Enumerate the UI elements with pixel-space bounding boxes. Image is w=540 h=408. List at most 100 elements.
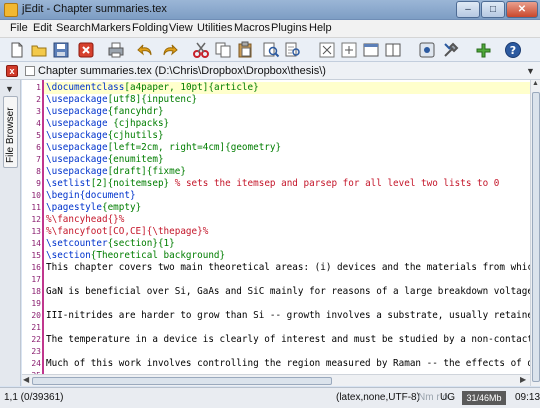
close-file-icon[interactable] [77,41,95,59]
code-token: [2] [90,178,108,189]
toolbar: ? [0,38,540,62]
code-line: \usepackage {cjhpacks} [46,118,169,130]
global-options-icon[interactable] [442,41,460,59]
buffer-status-box [25,66,35,76]
file-browser-tab[interactable]: File Browser [3,96,18,168]
line-number[interactable]: 7 [22,154,41,166]
gutter[interactable]: 1234567891011121314151617181920212223242… [22,80,43,386]
maximize-button[interactable]: □ [481,1,505,18]
help-icon[interactable]: ? [504,41,522,59]
code-token: \usepackage [46,106,108,117]
line-number[interactable]: 23 [22,346,41,358]
line-number[interactable]: 14 [22,238,41,250]
code-token: \section [46,250,91,261]
line-number[interactable]: 18 [22,286,41,298]
scroll-right-icon[interactable]: ▶ [520,375,526,384]
vertical-scroll-thumb[interactable] [532,92,540,382]
line-number[interactable]: 3 [22,106,41,118]
code-line: \pagestyle{empty} [46,202,141,214]
code-line: \usepackage{enumitem} [46,154,164,166]
find-icon[interactable] [262,41,280,59]
dock-collapse-icon[interactable]: ▼ [5,84,14,94]
jedit-app-icon[interactable] [4,3,18,17]
find-next-icon[interactable] [284,41,302,59]
menu-macros[interactable]: Macros [234,22,270,34]
code-token: {fixme} [146,166,186,177]
line-number[interactable]: 16 [22,262,41,274]
window-title: jEdit - Chapter summaries.tex [22,3,167,15]
vertical-scrollbar[interactable]: ▲ [530,80,540,386]
line-number[interactable]: 21 [22,322,41,334]
line-number[interactable]: 12 [22,214,41,226]
menu-utilities[interactable]: Utilities [197,22,232,34]
code-token: {section} [107,238,158,249]
window-split-icon[interactable] [384,41,402,59]
menu-edit[interactable]: Edit [33,22,52,34]
caret-position[interactable]: 1,1 (0/39361) [4,392,64,403]
menu-folding[interactable]: Folding [132,22,168,34]
line-number[interactable]: 2 [22,94,41,106]
status-bar: 1,1 (0/39361) (latex,none,UTF-8) Nm r o … [0,387,540,408]
menu-search[interactable]: Search [56,22,91,34]
memory-indicator[interactable]: 31/46Mb [462,391,506,405]
line-number[interactable]: 15 [22,250,41,262]
line-number[interactable]: 10 [22,190,41,202]
line-number[interactable]: 19 [22,298,41,310]
left-dock: ▼ File Browser [0,80,21,386]
line-number[interactable]: 6 [22,142,41,154]
line-number[interactable]: 9 [22,178,41,190]
code-line: Much of this work involves controlling t… [46,358,530,370]
horizontal-scroll-thumb[interactable] [32,377,332,385]
code-line: \usepackage{cjhutils} [46,130,164,142]
menu-markers[interactable]: Markers [91,22,131,34]
buffer-name[interactable]: Chapter summaries.tex (D:\Chris\Dropbox\… [38,65,326,77]
line-number[interactable]: 13 [22,226,41,238]
record-macro-icon[interactable] [418,41,436,59]
cut-icon[interactable] [192,41,210,59]
redo-icon[interactable] [160,41,178,59]
status-ug[interactable]: UG [440,392,455,403]
expand-icon[interactable] [318,41,336,59]
close-window-button[interactable]: ✕ [506,1,538,18]
menu-file[interactable]: File [10,22,28,34]
save-icon[interactable] [52,41,70,59]
code-token: \pagestyle [46,202,102,213]
undo-icon[interactable] [137,41,155,59]
code-token: [draft] [107,166,147,177]
line-number[interactable]: 17 [22,274,41,286]
text-area[interactable]: 1234567891011121314151617181920212223242… [22,80,530,386]
line-number[interactable]: 11 [22,202,41,214]
paste-icon[interactable] [236,41,254,59]
line-number[interactable]: 20 [22,310,41,322]
code-token: \usepackage [46,166,108,177]
scroll-left-icon[interactable]: ◀ [23,375,29,384]
copy-icon[interactable] [214,41,232,59]
menu-plugins[interactable]: Plugins [271,22,307,34]
close-buffer-icon[interactable]: x [6,65,18,77]
code-line: \usepackage[utf8]{inputenc} [46,94,197,106]
scroll-up-icon[interactable]: ▲ [532,80,539,87]
collapse-icon[interactable] [340,41,358,59]
line-number[interactable]: 1 [22,82,41,94]
menu-view[interactable]: View [169,22,193,34]
minimize-button[interactable]: – [456,1,480,18]
file-browser-tab-label: File Browser [5,107,16,163]
code-line: %\fancyhead{}% [46,214,124,226]
plugin-manager-icon[interactable] [474,41,492,59]
window-icon[interactable] [362,41,380,59]
line-number[interactable]: 4 [22,118,41,130]
code-token: %\fancyfoot[CO,CE]{\thepage}% [46,226,209,237]
line-number[interactable]: 8 [22,166,41,178]
line-number[interactable]: 22 [22,334,41,346]
code-token: {fancyhdr} [107,106,164,117]
buffer-mode[interactable]: (latex,none,UTF-8) [336,392,420,403]
line-number[interactable]: 5 [22,130,41,142]
horizontal-scrollbar[interactable]: ◀ ▶ [22,374,530,386]
new-file-icon[interactable] [8,41,26,59]
buffer-dropdown-icon[interactable]: ▼ [526,66,535,76]
menu-help[interactable]: Help [309,22,332,34]
line-number[interactable]: 24 [22,358,41,370]
open-file-icon[interactable] [30,41,48,59]
print-icon[interactable] [107,41,125,59]
code-token: {cjhutils} [107,130,164,141]
